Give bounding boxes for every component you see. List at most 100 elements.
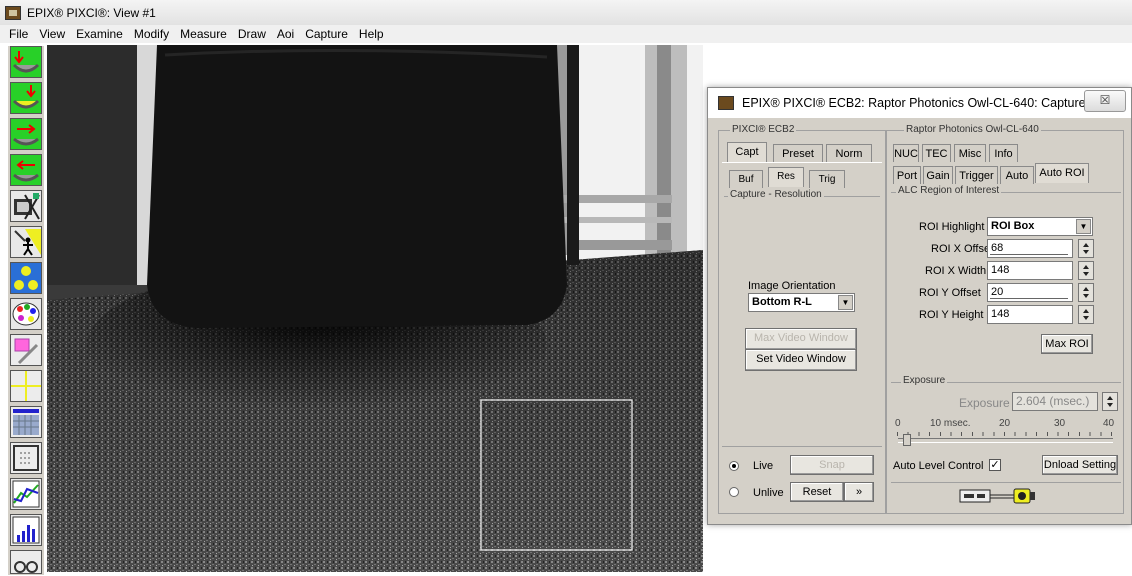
image-viewport[interactable] <box>47 45 703 572</box>
roi-x-width-spinner[interactable] <box>1078 261 1094 280</box>
exposure-slider-track[interactable] <box>898 438 1113 443</box>
capture-down-yellow-icon[interactable] <box>10 82 42 114</box>
roi-x-offset-value: 68 <box>991 242 1004 254</box>
exposure-input[interactable]: 2.604 (msec.) <box>1012 392 1098 411</box>
tab-divider <box>722 162 882 163</box>
auto-level-checkbox[interactable]: ✓ <box>989 459 1001 471</box>
app-icon <box>5 5 21 20</box>
unlive-label: Unlive <box>753 487 784 499</box>
tab-info[interactable]: Info <box>989 144 1018 162</box>
menu-file[interactable]: File <box>9 27 28 41</box>
tab-port[interactable]: Port <box>893 166 921 184</box>
slider-tick-40: 40 <box>1103 418 1115 429</box>
tab-trigger[interactable]: Trigger <box>955 166 998 184</box>
crosshair-icon[interactable] <box>10 370 42 402</box>
line-plot-icon[interactable] <box>10 478 42 510</box>
walker-icon[interactable] <box>10 226 42 258</box>
roi-x-width-value: 148 <box>991 264 1010 276</box>
capture-resolution-group <box>724 196 880 440</box>
max-roi-button[interactable]: Max ROI <box>1041 334 1093 354</box>
pencil-roi-icon[interactable] <box>10 334 42 366</box>
image-orientation-value: Bottom R-L <box>752 296 812 308</box>
face-grid-icon[interactable] <box>10 262 42 294</box>
tab-capt[interactable]: Capt <box>727 142 767 162</box>
alc-roi-label: ALC Region of Interest <box>896 185 1002 196</box>
chevron-down-icon[interactable]: ▼ <box>1076 219 1091 234</box>
tab-misc[interactable]: Misc <box>954 144 986 162</box>
slider-tick-0: 0 <box>895 418 901 429</box>
exposure-label: Exposure <box>959 396 1010 410</box>
grid-icon[interactable] <box>10 442 42 474</box>
tab-gain[interactable]: Gain <box>923 166 953 184</box>
capture-right-icon[interactable] <box>10 118 42 150</box>
tab-norm[interactable]: Norm <box>826 144 872 162</box>
tab-nuc[interactable]: NUC <box>893 144 919 162</box>
roi-x-offset-spinner[interactable] <box>1078 239 1094 258</box>
tab-tec[interactable]: TEC <box>922 144 951 162</box>
roi-y-offset-spinner[interactable] <box>1078 283 1094 302</box>
tab-preset[interactable]: Preset <box>773 144 823 162</box>
menu-draw[interactable]: Draw <box>238 27 266 41</box>
menu-aoi[interactable]: Aoi <box>277 27 294 41</box>
exposure-slider-thumb[interactable] <box>903 434 911 446</box>
roi-x-width-label: ROI X Width <box>925 265 987 277</box>
chevron-down-icon[interactable]: ▼ <box>838 295 853 310</box>
live-label: Live <box>753 460 774 472</box>
capture-dialog: EPIX® PIXCI® ECB2: Raptor Photonics Owl-… <box>707 87 1132 525</box>
menu-help[interactable]: Help <box>359 27 384 41</box>
image-orientation-label: Image Orientation <box>748 280 836 292</box>
roi-x-offset-label: ROI X Offset <box>931 243 994 255</box>
tab-auto-roi[interactable]: Auto ROI <box>1035 163 1089 183</box>
monitor-cross-icon[interactable] <box>10 190 42 222</box>
histogram-icon[interactable] <box>10 514 42 546</box>
slider-tick-30: 30 <box>1054 418 1066 429</box>
roi-highlight-value: ROI Box <box>991 220 1035 232</box>
menu-examine[interactable]: Examine <box>76 27 123 41</box>
pixci-group-label: PIXCI® ECB2 <box>730 124 797 135</box>
title-bar: EPIX® PIXCI®: View #1 <box>0 0 1132 25</box>
tab-buf[interactable]: Buf <box>729 170 763 188</box>
live-divider <box>722 446 882 447</box>
max-video-window-button[interactable]: Max Video Window <box>745 328 857 350</box>
close-button[interactable]: ☒ <box>1084 90 1126 112</box>
menu-capture[interactable]: Capture <box>305 27 348 41</box>
more-button[interactable]: » <box>844 482 874 502</box>
menu-modify[interactable]: Modify <box>134 27 169 41</box>
roi-x-offset-slider-track <box>990 254 1068 255</box>
roi-y-height-spinner[interactable] <box>1078 305 1094 324</box>
capture-resolution-label: Capture - Resolution <box>728 189 824 200</box>
tool-bar <box>8 46 44 575</box>
exposure-spinner[interactable] <box>1102 392 1118 411</box>
tab-trig[interactable]: Trig <box>809 170 845 188</box>
image-orientation-select[interactable]: Bottom R-L ▼ <box>748 293 855 312</box>
exposure-group-label: Exposure <box>901 375 948 386</box>
roi-y-offset-value: 20 <box>991 286 1004 298</box>
palette-icon[interactable] <box>10 298 42 330</box>
roi-y-offset-label: ROI Y Offset <box>919 287 981 299</box>
exposure-value: 2.604 (msec.) <box>1016 394 1090 408</box>
menu-view[interactable]: View <box>39 27 65 41</box>
tab-res[interactable]: Res <box>768 167 804 187</box>
dialog-app-icon <box>718 96 734 110</box>
slider-tick-10: 10 msec. <box>930 418 971 429</box>
roi-x-width-input[interactable]: 148 <box>987 261 1073 280</box>
tab-auto[interactable]: Auto <box>1000 166 1034 184</box>
menu-measure[interactable]: Measure <box>180 27 227 41</box>
dialog-title-bar: EPIX® PIXCI® ECB2: Raptor Photonics Owl-… <box>708 88 1131 118</box>
slider-tick-20: 20 <box>999 418 1011 429</box>
capture-left-icon[interactable] <box>10 154 42 186</box>
live-radio[interactable] <box>729 461 739 471</box>
snap-button[interactable]: Snap <box>790 455 874 475</box>
roi-highlight-select[interactable]: ROI Box ▼ <box>987 217 1093 236</box>
roi-y-offset-input[interactable]: 20 <box>987 283 1073 302</box>
dnload-setting-button[interactable]: Dnload Setting <box>1042 455 1118 475</box>
unlive-radio[interactable] <box>729 487 739 497</box>
capture-down-icon[interactable] <box>10 46 42 78</box>
roi-y-height-input[interactable]: 148 <box>987 305 1073 324</box>
blue-grid-icon[interactable] <box>10 406 42 438</box>
reset-button[interactable]: Reset <box>790 482 844 502</box>
more-icon[interactable] <box>10 550 42 574</box>
roi-y-height-label: ROI Y Height <box>919 309 984 321</box>
roi-x-offset-input[interactable]: 68 <box>987 239 1073 258</box>
set-video-window-button[interactable]: Set Video Window <box>745 349 857 371</box>
